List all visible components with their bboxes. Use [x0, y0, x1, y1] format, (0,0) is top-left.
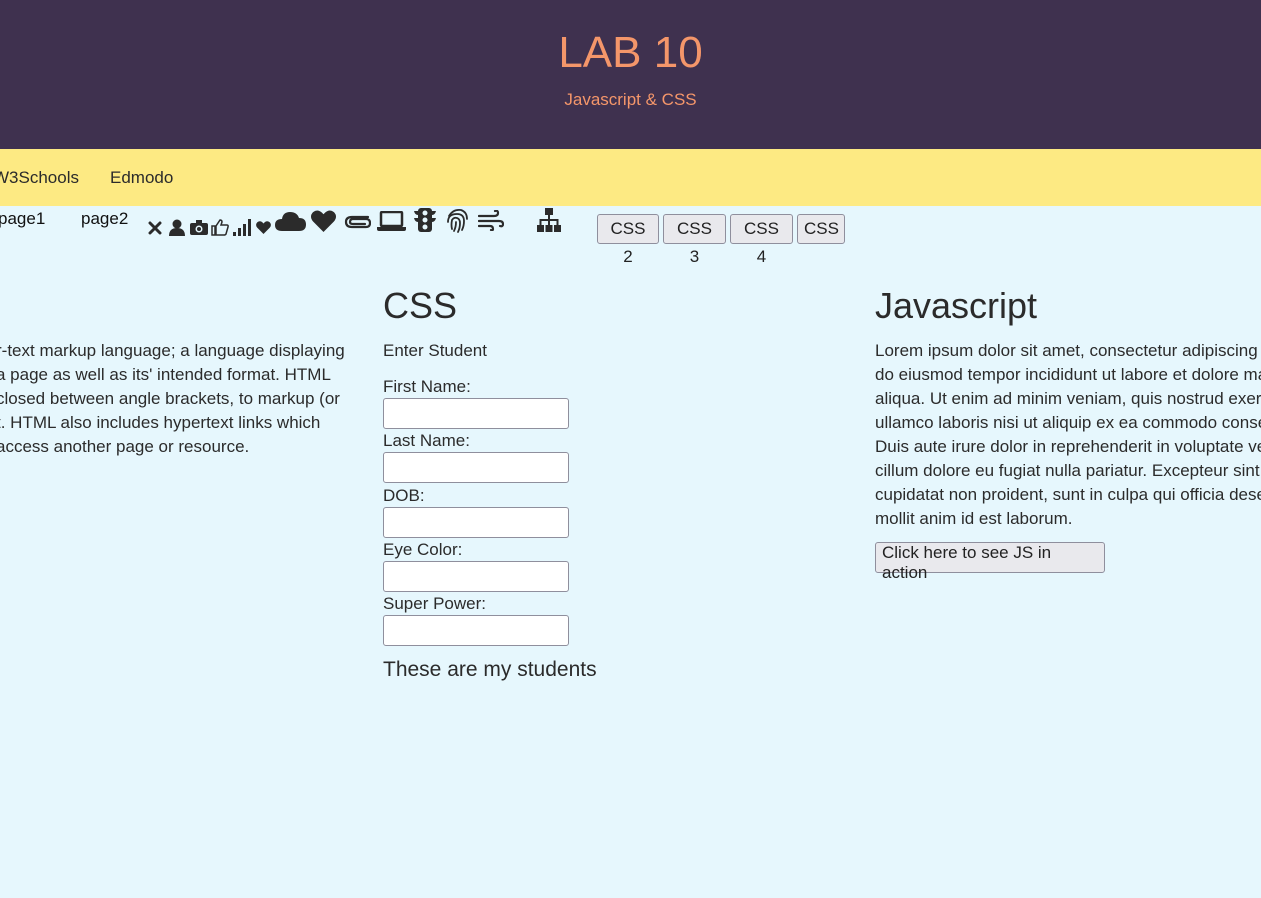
- js-text-line: do eiusmod tempor incididunt ut labore e…: [875, 365, 1261, 384]
- css-button[interactable]: CSS: [797, 214, 845, 244]
- page1-link[interactable]: page1: [0, 209, 45, 229]
- thumbs-up-icon: [211, 219, 229, 236]
- close-icon: [148, 221, 162, 235]
- page-subtitle: Javascript & CSS: [564, 90, 697, 109]
- html-description: r-text markup language; a language displ…: [0, 339, 356, 459]
- top-navbar: W3Schools Edmodo: [0, 149, 1261, 206]
- cloud-icon: [275, 210, 306, 231]
- first-name-field[interactable]: [383, 398, 569, 429]
- js-text-line: aliqua. Ut enim ad minim veniam, quis no…: [875, 389, 1261, 408]
- eye-color-label: Eye Color:: [383, 540, 463, 559]
- js-text-line: cupidatat non proident, sunt in culpa qu…: [875, 485, 1261, 504]
- page-header: LAB 10 Javascript & CSS: [0, 0, 1261, 149]
- html-text-line: a page as well as its' intended format. …: [0, 365, 331, 384]
- css-heading: CSS: [383, 285, 458, 326]
- camera-icon: [190, 220, 208, 235]
- paperclip-icon: [344, 212, 371, 229]
- heart-icon: [256, 221, 271, 234]
- css-2-button[interactable]: CSS 2: [597, 214, 659, 266]
- js-action-button[interactable]: Click here to see JS in action: [875, 542, 1105, 582]
- js-text-line: cillum dolore eu fugiat nulla pariatur. …: [875, 461, 1261, 480]
- laptop-icon: [377, 211, 406, 231]
- css-3-button[interactable]: CSS 3: [663, 214, 726, 266]
- js-text-line: Duis aute irure dolor in reprehenderit i…: [875, 437, 1261, 456]
- heart-icon: [311, 210, 336, 232]
- css-4-button[interactable]: CSS 4: [730, 214, 793, 266]
- javascript-heading: Javascript: [875, 285, 1038, 326]
- sitemap-icon: [537, 208, 561, 233]
- wind-icon: [478, 210, 504, 231]
- js-text-line: ullamco laboris nisi ut aliquip ex ea co…: [875, 413, 1261, 432]
- super-power-field[interactable]: [383, 615, 569, 646]
- js-text-line: Lorem ipsum dolor sit amet, consectetur …: [875, 341, 1261, 360]
- form-title: Enter Student: [383, 341, 487, 360]
- html-text-line: t. HTML also includes hypertext links wh…: [0, 413, 321, 432]
- last-name-label: Last Name:: [383, 431, 470, 450]
- javascript-description: Lorem ipsum dolor sit amet, consectetur …: [875, 339, 1261, 531]
- fingerprint-icon: [446, 208, 469, 233]
- html-text-line: closed between angle brackets, to markup…: [0, 389, 340, 408]
- html-text-line: r-text markup language; a language displ…: [0, 341, 345, 360]
- eye-color-field[interactable]: [383, 561, 569, 592]
- nav-link-edmodo[interactable]: Edmodo: [110, 168, 173, 188]
- page2-link[interactable]: page2: [81, 209, 128, 229]
- nav-link-w3schools[interactable]: W3Schools: [0, 168, 79, 188]
- traffic-light-icon: [414, 208, 436, 232]
- page-title: LAB 10: [558, 28, 703, 77]
- user-icon: [169, 219, 185, 236]
- dob-field[interactable]: [383, 507, 569, 538]
- students-heading: These are my students: [383, 658, 597, 681]
- js-text-line: mollit anim id est laborum.: [875, 509, 1073, 528]
- dob-label: DOB:: [383, 486, 425, 505]
- last-name-field[interactable]: [383, 452, 569, 483]
- signal-icon: [233, 219, 251, 236]
- first-name-label: First Name:: [383, 377, 471, 396]
- super-power-label: Super Power:: [383, 594, 486, 613]
- html-text-line: access another page or resource.: [0, 437, 250, 456]
